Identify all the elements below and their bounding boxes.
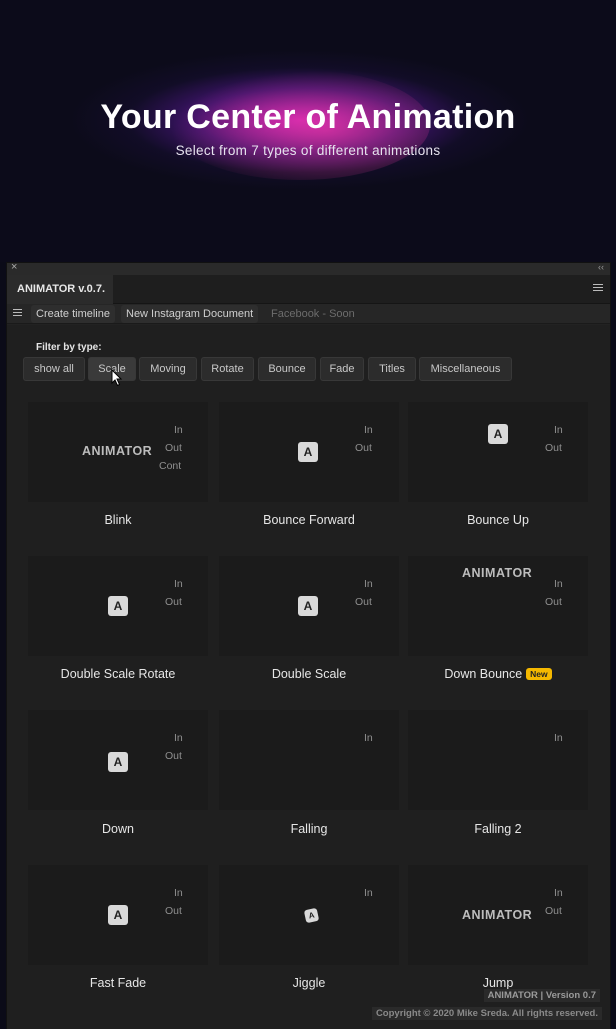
option-cont[interactable]: Cont: [159, 460, 181, 472]
card-label-bounce-forward: Bounce Forward: [263, 513, 355, 527]
animation-card-double-scale-rotate[interactable]: A In Out: [28, 556, 208, 656]
option-in[interactable]: In: [554, 424, 563, 436]
option-out[interactable]: Out: [545, 442, 562, 454]
card-label-fast-fade: Fast Fade: [89, 976, 147, 990]
filter-moving[interactable]: Moving: [139, 357, 197, 381]
card-label-text: Down Bounce: [444, 667, 523, 681]
create-timeline-button[interactable]: Create timeline: [31, 305, 115, 323]
animation-card-bounce-up[interactable]: A In Out: [408, 402, 588, 502]
option-out[interactable]: Out: [355, 596, 372, 608]
letter-a-preview: A: [298, 596, 318, 616]
card-label-bounce-up: Bounce Up: [467, 513, 529, 527]
animator-panel: × ‹‹ ANIMATOR v.0.7. Create timeline New…: [6, 261, 611, 1029]
hero-banner: Your Center of Animation Select from 7 t…: [0, 0, 616, 262]
filter-bounce[interactable]: Bounce: [258, 357, 316, 381]
filter-titles[interactable]: Titles: [368, 357, 416, 381]
option-in[interactable]: In: [174, 424, 183, 436]
option-out[interactable]: Out: [165, 442, 182, 454]
option-in[interactable]: In: [174, 578, 183, 590]
option-out[interactable]: Out: [355, 442, 372, 454]
card-label-falling-2: Falling 2: [474, 822, 522, 836]
animator-preview-text: ANIMATOR: [82, 444, 153, 458]
animator-preview-text: ANIMATOR: [462, 908, 533, 922]
close-icon[interactable]: ×: [11, 261, 17, 273]
card-label-double-scale: Double Scale: [271, 667, 347, 681]
animation-card-falling[interactable]: In: [219, 710, 399, 810]
option-out[interactable]: Out: [165, 596, 182, 608]
panel-tabbar: ANIMATOR v.0.7.: [7, 275, 610, 304]
animation-card-double-scale[interactable]: A In Out: [219, 556, 399, 656]
new-instagram-document-button[interactable]: New Instagram Document: [121, 305, 259, 323]
option-in[interactable]: In: [364, 732, 373, 744]
option-in[interactable]: In: [364, 887, 373, 899]
panel-tab[interactable]: ANIMATOR v.0.7.: [7, 275, 113, 304]
option-in[interactable]: In: [554, 887, 563, 899]
animation-card-jiggle[interactable]: A In: [219, 865, 399, 965]
option-in[interactable]: In: [364, 578, 373, 590]
card-label-down-bounce: Down Bounce New: [408, 667, 588, 681]
option-in[interactable]: In: [554, 732, 563, 744]
filter-fade[interactable]: Fade: [320, 357, 364, 381]
new-badge: New: [526, 668, 552, 680]
animation-card-blink[interactable]: ANIMATOR In Out Cont: [28, 402, 208, 502]
panel-toolbar: Create timeline New Instagram Document F…: [7, 304, 610, 324]
filter-rotate[interactable]: Rotate: [201, 357, 254, 381]
letter-a-preview: A: [108, 596, 128, 616]
option-in[interactable]: In: [364, 424, 373, 436]
animation-card-down[interactable]: A In Out: [28, 710, 208, 810]
hamburger-icon[interactable]: [13, 309, 22, 318]
hero-title: Your Center of Animation: [100, 98, 516, 136]
letter-a-preview: A: [303, 907, 320, 924]
animation-card-jump[interactable]: ANIMATOR In Out: [408, 865, 588, 965]
card-label-double-scale-rotate: Double Scale Rotate: [60, 667, 176, 681]
card-label-jump: Jump: [482, 976, 514, 990]
animation-card-falling-2[interactable]: In: [408, 710, 588, 810]
option-out[interactable]: Out: [545, 905, 562, 917]
option-out[interactable]: Out: [165, 905, 182, 917]
animation-card-down-bounce[interactable]: ANIMATOR In Out: [408, 556, 588, 656]
version-label: ANIMATOR | Version 0.7: [483, 989, 600, 1002]
panel-content: Filter by type: show all Scale Moving Ro…: [7, 325, 610, 1029]
option-in[interactable]: In: [174, 887, 183, 899]
facebook-soon-button: Facebook - Soon: [271, 308, 355, 320]
card-label-jiggle: Jiggle: [292, 976, 326, 990]
option-in[interactable]: In: [554, 578, 563, 590]
card-label-down: Down: [102, 822, 134, 836]
filter-label: Filter by type:: [36, 342, 102, 353]
option-in[interactable]: In: [174, 732, 183, 744]
option-out[interactable]: Out: [165, 750, 182, 762]
option-out[interactable]: Out: [545, 596, 562, 608]
filter-show-all[interactable]: show all: [23, 357, 85, 381]
copyright-label: Copyright © 2020 Mike Sreda. All rights …: [371, 1007, 602, 1020]
animator-preview-text: ANIMATOR: [462, 566, 533, 580]
collapse-icon[interactable]: ‹‹: [598, 262, 604, 272]
letter-a-preview: A: [298, 442, 318, 462]
card-label-blink: Blink: [104, 513, 132, 527]
filter-miscellaneous[interactable]: Miscellaneous: [419, 357, 512, 381]
cursor-icon: [111, 369, 123, 387]
card-label-falling: Falling: [290, 822, 328, 836]
panel-menu-icon[interactable]: [593, 284, 603, 293]
animation-card-fast-fade[interactable]: A In Out: [28, 865, 208, 965]
hero-subtitle: Select from 7 types of different animati…: [175, 143, 441, 158]
panel-titlebar: × ‹‹: [7, 261, 610, 275]
letter-a-preview: A: [488, 424, 508, 444]
letter-a-preview: A: [108, 905, 128, 925]
animation-card-bounce-forward[interactable]: A In Out: [219, 402, 399, 502]
letter-a-preview: A: [108, 752, 128, 772]
